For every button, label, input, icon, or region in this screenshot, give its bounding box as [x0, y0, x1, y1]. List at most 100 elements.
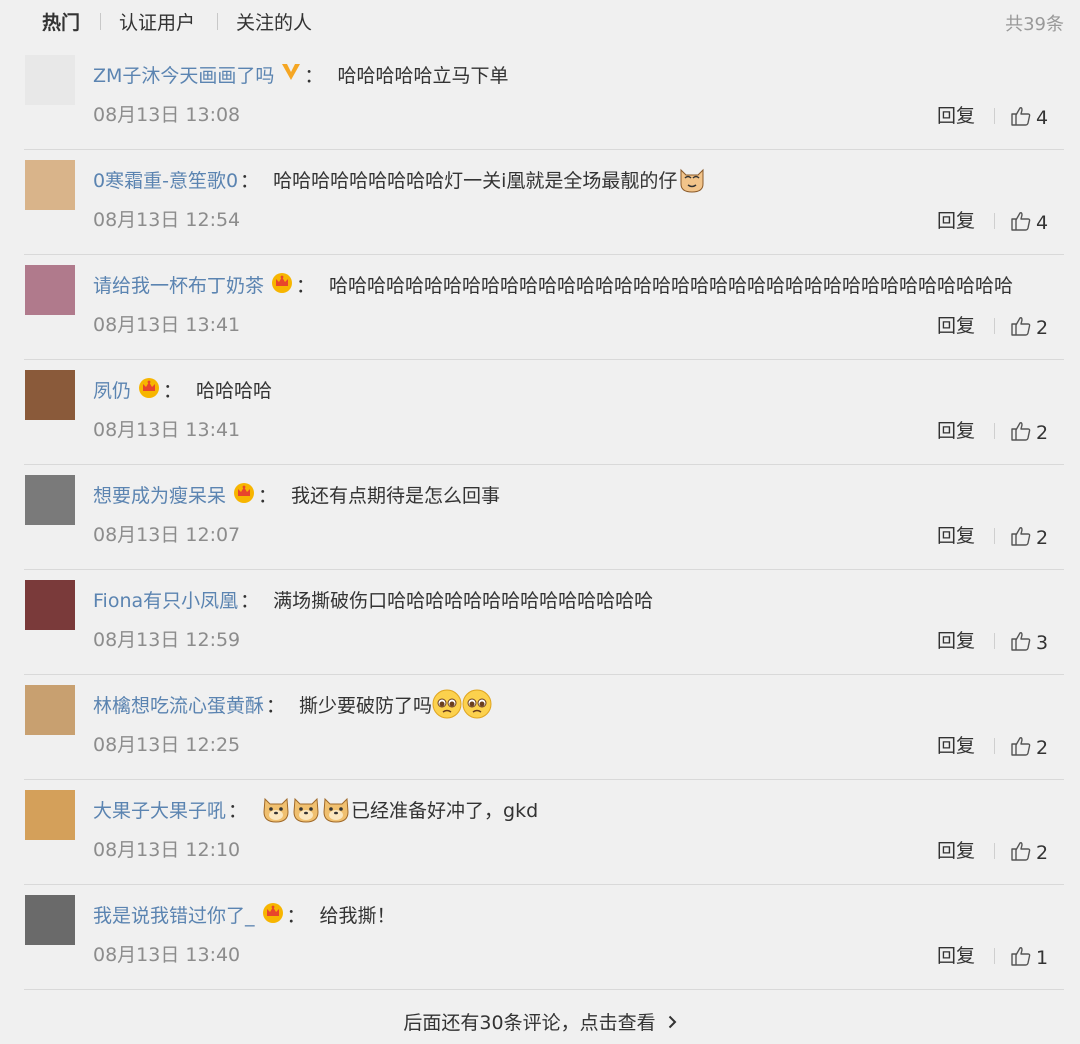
- reply-button[interactable]: 回复: [937, 941, 975, 968]
- comment-item: Fiona有只小凤凰： 满场撕破伤口哈哈哈哈哈哈哈哈哈哈哈哈哈哈 08月13日 12…: [0, 570, 1080, 675]
- username[interactable]: 夙仍: [93, 376, 131, 403]
- comment-tabs: 热门 认证用户 关注的人 共39条: [0, 0, 1080, 44]
- username[interactable]: 请给我一杯布丁奶茶: [93, 271, 264, 298]
- tab-divider: [100, 13, 101, 30]
- like-count: 2: [1036, 422, 1049, 444]
- like-count: 4: [1036, 107, 1049, 129]
- like-button[interactable]: 1: [1010, 943, 1048, 969]
- username[interactable]: 我是说我错过你了_: [93, 901, 255, 928]
- tab-hot[interactable]: 热门: [42, 8, 80, 35]
- reply-button[interactable]: 回复: [937, 416, 975, 443]
- pleading-face-icon: [432, 689, 462, 719]
- comment-line: 林檎想吃流心蛋黄酥： 撕少要破防了吗: [93, 689, 492, 719]
- colon: ：: [240, 589, 260, 612]
- comment-body: 我还有点期待是怎么回事: [291, 484, 501, 507]
- comment-body: 哈哈哈哈哈哈哈哈哈灯一关i凰就是全场最靓的仔: [273, 169, 678, 192]
- crown-icon: [131, 375, 161, 404]
- comment-line: 大果子大果子吼： 已经准备好冲了，gkd: [93, 794, 538, 824]
- comment-body: 满场撕破伤口哈哈哈哈哈哈哈哈哈哈哈哈哈哈: [273, 589, 654, 612]
- colon: ：: [296, 274, 316, 297]
- reply-button[interactable]: 回复: [937, 311, 975, 338]
- like-button[interactable]: 2: [1010, 313, 1048, 339]
- tab-following[interactable]: 关注的人: [236, 8, 312, 35]
- like-button[interactable]: 4: [1010, 103, 1048, 129]
- colon: ：: [163, 379, 183, 402]
- username[interactable]: 0寒霜重-意笙歌0: [93, 166, 238, 193]
- colon: ：: [240, 169, 260, 192]
- action-divider: [994, 633, 995, 649]
- reply-button[interactable]: 回复: [937, 731, 975, 758]
- comment-line: Fiona有只小凤凰： 满场撕破伤口哈哈哈哈哈哈哈哈哈哈哈哈哈哈: [93, 584, 653, 614]
- action-divider: [994, 948, 995, 964]
- like-count: 2: [1036, 527, 1049, 549]
- reply-button[interactable]: 回复: [937, 101, 975, 128]
- like-count: 2: [1036, 737, 1049, 759]
- crown-icon: [264, 270, 294, 299]
- action-divider: [994, 318, 995, 334]
- like-button[interactable]: 4: [1010, 208, 1048, 234]
- comment-text: 满场撕破伤口哈哈哈哈哈哈哈哈哈哈哈哈哈哈: [273, 586, 653, 613]
- avatar[interactable]: [25, 580, 75, 630]
- colon: ：: [266, 694, 286, 717]
- thumbs-up-icon: [1011, 842, 1031, 861]
- like-count: 1: [1036, 947, 1049, 969]
- like-button[interactable]: 2: [1010, 418, 1048, 444]
- comment-item: 林檎想吃流心蛋黄酥： 撕少要破防了吗 08月13日 12:25 回复 2: [0, 675, 1080, 780]
- avatar[interactable]: [25, 370, 75, 420]
- comment-item: 夙仍 ： 哈哈哈哈 08月13日 13:41 回复 2: [0, 360, 1080, 465]
- thumbs-up-icon: [1011, 107, 1031, 126]
- username[interactable]: 大果子大果子吼: [93, 796, 226, 823]
- username[interactable]: 想要成为瘦呆呆: [93, 481, 226, 508]
- doge-icon: [261, 794, 291, 824]
- avatar[interactable]: [25, 685, 75, 735]
- load-more-footer: 后面还有30条评论，点击查看: [0, 994, 1080, 1044]
- comment-item: 请给我一杯布丁奶茶 ： 哈哈哈哈哈哈哈哈哈哈哈哈哈哈哈哈哈哈哈哈哈哈哈哈哈哈哈哈哈哈…: [0, 255, 1080, 360]
- timestamp: 08月13日 12:59: [93, 629, 241, 651]
- username[interactable]: ZM子沐今天画画了吗: [93, 61, 274, 88]
- timestamp: 08月13日 13:41: [93, 314, 241, 336]
- comment-line: 想要成为瘦呆呆 ： 我还有点期待是怎么回事: [93, 479, 500, 509]
- load-more-label: 后面还有30条评论，点击查看: [403, 1012, 656, 1034]
- timestamp: 08月13日 13:41: [93, 419, 241, 441]
- avatar[interactable]: [25, 265, 75, 315]
- avatar[interactable]: [25, 790, 75, 840]
- like-button[interactable]: 2: [1010, 523, 1048, 549]
- reply-button[interactable]: 回复: [937, 206, 975, 233]
- reply-button[interactable]: 回复: [937, 521, 975, 548]
- thumbs-up-icon: [1011, 947, 1031, 966]
- avatar[interactable]: [25, 160, 75, 210]
- like-count: 3: [1036, 632, 1049, 654]
- comment-text: 已经准备好冲了，gkd: [261, 794, 538, 824]
- action-divider: [994, 528, 995, 544]
- timestamp: 08月13日 13:08: [93, 104, 241, 126]
- comment-item: 大果子大果子吼： 已经准备好冲了，gkd 08月13日 12:10 回复 2: [0, 780, 1080, 885]
- comment-text: 哈哈哈哈哈哈哈哈哈灯一关i凰就是全场最靓的仔: [273, 164, 707, 194]
- comment-item: ZM子沐今天画画了吗 ： 哈哈哈哈哈立马下单 08月13日 13:08 回复 4: [0, 45, 1080, 150]
- colon: ：: [228, 799, 248, 822]
- thumbs-up-icon: [1011, 632, 1031, 651]
- action-divider: [994, 423, 995, 439]
- reply-button[interactable]: 回复: [937, 626, 975, 653]
- comment-body: 哈哈哈哈哈哈哈哈哈哈哈哈哈哈哈哈哈哈哈哈哈哈哈哈哈哈哈哈哈哈哈哈哈哈哈哈: [329, 274, 1014, 297]
- username[interactable]: 林檎想吃流心蛋黄酥: [93, 691, 264, 718]
- like-button[interactable]: 2: [1010, 733, 1048, 759]
- tab-verified[interactable]: 认证用户: [119, 8, 195, 35]
- comment-body: 哈哈哈哈: [196, 379, 273, 402]
- like-button[interactable]: 3: [1010, 628, 1048, 654]
- comment-item: 我是说我错过你了_ ： 给我撕！ 08月13日 13:40 回复 1: [0, 885, 1080, 990]
- load-more-link[interactable]: 后面还有30条评论，点击查看: [403, 1008, 677, 1035]
- comment-line: 0寒霜重-意笙歌0： 哈哈哈哈哈哈哈哈哈灯一关i凰就是全场最靓的仔: [93, 164, 707, 194]
- comment-text: 哈哈哈哈: [196, 376, 272, 403]
- username[interactable]: Fiona有只小凤凰: [93, 586, 238, 613]
- action-divider: [994, 213, 995, 229]
- comment-body: 撕少要破防了吗: [299, 694, 433, 717]
- avatar[interactable]: [25, 55, 75, 105]
- avatar[interactable]: [25, 475, 75, 525]
- reply-button[interactable]: 回复: [937, 836, 975, 863]
- comment-text: 撕少要破防了吗: [299, 689, 492, 719]
- action-divider: [994, 108, 995, 124]
- doge-icon: [291, 794, 321, 824]
- action-divider: [994, 843, 995, 859]
- avatar[interactable]: [25, 895, 75, 945]
- like-button[interactable]: 2: [1010, 838, 1048, 864]
